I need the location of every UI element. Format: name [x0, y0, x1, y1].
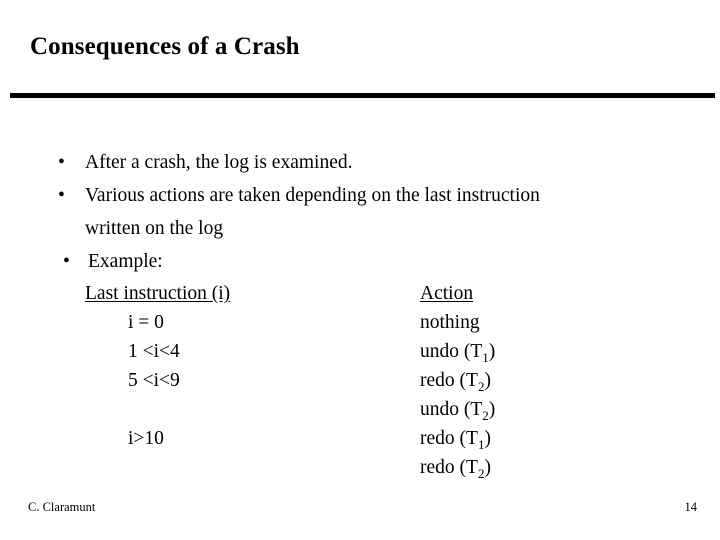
action-close-paren: ) [484, 428, 491, 449]
bullet-item-2-continuation: written on the log [85, 218, 224, 239]
slide-body: • After a crash, the log is examined. • … [0, 146, 720, 482]
action-close-paren: ) [488, 399, 496, 420]
bullet-item-3-text: Example: [88, 251, 163, 272]
column-header-action: Action [420, 283, 474, 304]
column-header-last-instruction: Last instruction (i) [85, 283, 231, 304]
table-row: i>10 redo (T1) [0, 424, 720, 453]
title-divider [10, 93, 715, 98]
action-cell: undo (T2) [420, 395, 495, 424]
action-close-paren: ) [484, 457, 491, 478]
bullet-icon: • [58, 185, 65, 206]
bullet-item-3: • Example: [0, 245, 720, 278]
table-header-row: Last instruction (i) Action [0, 279, 720, 308]
bullet-item-1-text: After a crash, the log is examined. [85, 152, 353, 173]
action-cell: redo (T1) [420, 424, 491, 453]
action-close-paren: ) [484, 370, 491, 391]
action-verb: redo (T [420, 428, 478, 449]
bullet-item-2: • Various actions are taken depending on… [0, 179, 720, 212]
table-row: 1 <i<4 undo (T1) [0, 337, 720, 366]
action-verb: nothing [420, 312, 480, 333]
condition-cell: i = 0 [128, 312, 164, 333]
action-cell: undo (T1) [420, 337, 495, 366]
table-row: i = 0 nothing [0, 308, 720, 337]
slide-canvas: Consequences of a Crash • After a crash,… [0, 0, 720, 540]
action-verb: redo (T [420, 370, 478, 391]
action-verb: undo (T [420, 399, 483, 420]
action-verb: undo (T [420, 341, 483, 362]
action-close-paren: ) [488, 341, 496, 362]
action-verb: redo (T [420, 457, 478, 478]
action-cell: nothing [420, 308, 480, 337]
example-table: Last instruction (i) Action i = 0 nothin… [0, 279, 720, 482]
bullet-item-1: • After a crash, the log is examined. [0, 146, 720, 179]
footer-author: C. Claramunt [28, 499, 96, 514]
bullet-icon: • [58, 152, 65, 173]
table-row: undo (T2) [0, 395, 720, 424]
page-title: Consequences of a Crash [30, 33, 300, 60]
condition-cell: 5 <i<9 [128, 370, 180, 391]
bullet-icon: • [63, 251, 70, 272]
bullet-item-2-text: Various actions are taken depending on t… [85, 185, 540, 206]
action-cell: redo (T2) [420, 453, 491, 482]
table-row: 5 <i<9 redo (T2) [0, 366, 720, 395]
action-cell: redo (T2) [420, 366, 491, 395]
table-row: redo (T2) [0, 453, 720, 482]
condition-cell: 1 <i<4 [128, 341, 180, 362]
footer-page-number: 14 [684, 499, 698, 514]
condition-cell: i>10 [128, 428, 164, 449]
